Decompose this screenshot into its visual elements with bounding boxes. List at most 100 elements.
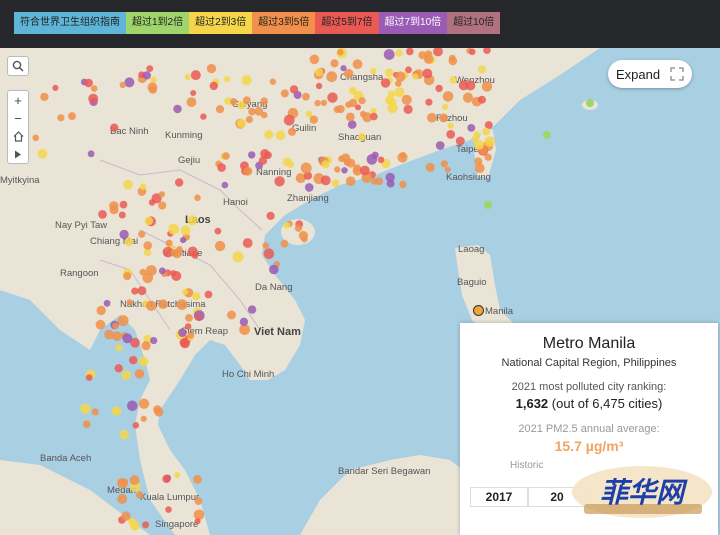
city-marker[interactable] [129, 356, 138, 365]
city-marker[interactable] [315, 67, 324, 77]
home-icon[interactable] [8, 127, 28, 145]
city-marker[interactable] [119, 229, 129, 240]
city-marker[interactable] [260, 97, 269, 105]
city-marker[interactable] [179, 338, 189, 347]
city-marker[interactable] [184, 323, 192, 330]
city-marker[interactable] [85, 374, 93, 381]
city-marker[interactable] [304, 183, 314, 192]
city-marker[interactable] [223, 76, 231, 83]
city-marker[interactable] [243, 96, 251, 105]
city-marker[interactable] [132, 422, 140, 429]
city-marker[interactable] [118, 211, 126, 219]
city-marker[interactable] [184, 74, 191, 80]
city-marker[interactable] [186, 97, 197, 107]
city-marker[interactable] [104, 329, 114, 340]
city-marker[interactable] [143, 241, 152, 250]
city-marker[interactable] [357, 132, 366, 141]
city-marker[interactable] [473, 131, 480, 138]
city-marker[interactable] [204, 290, 213, 299]
city-marker[interactable] [52, 84, 59, 91]
city-marker[interactable] [377, 156, 385, 164]
city-marker[interactable] [346, 158, 356, 168]
city-marker[interactable] [91, 408, 99, 416]
city-marker[interactable] [90, 85, 98, 92]
city-marker[interactable] [87, 150, 95, 158]
city-marker[interactable] [146, 300, 157, 311]
city-marker[interactable] [98, 210, 107, 219]
city-marker[interactable] [121, 511, 131, 521]
city-marker[interactable] [139, 183, 147, 190]
city-marker[interactable] [439, 113, 449, 123]
search-icon[interactable] [8, 57, 28, 75]
city-marker[interactable] [123, 179, 133, 190]
city-marker[interactable] [194, 497, 203, 505]
city-marker[interactable] [462, 92, 474, 103]
city-marker[interactable] [180, 237, 187, 244]
city-marker[interactable] [397, 152, 408, 163]
city-marker[interactable] [147, 82, 158, 93]
city-marker[interactable] [321, 160, 330, 169]
city-marker[interactable] [232, 251, 244, 263]
city-marker[interactable] [345, 101, 352, 108]
city-marker[interactable] [340, 65, 347, 72]
city-marker[interactable] [190, 70, 201, 81]
city-marker[interactable] [427, 112, 437, 123]
city-marker[interactable] [294, 224, 303, 232]
city-marker[interactable] [214, 240, 226, 252]
legend-5-7x[interactable]: 超过5到7倍 [315, 12, 379, 34]
city-marker[interactable] [305, 110, 313, 118]
city-marker[interactable] [180, 225, 191, 236]
city-marker[interactable] [440, 160, 448, 168]
legend-10x[interactable]: 超过10倍 [447, 12, 501, 34]
city-marker[interactable] [137, 286, 147, 296]
city-marker[interactable] [458, 80, 469, 91]
city-marker[interactable] [194, 194, 201, 202]
city-marker[interactable] [300, 162, 312, 174]
city-marker[interactable] [88, 93, 99, 104]
city-marker[interactable] [330, 59, 339, 68]
city-marker[interactable] [37, 149, 48, 159]
city-marker[interactable] [425, 162, 435, 172]
city-marker[interactable] [143, 248, 152, 257]
legend-2-3x[interactable]: 超过2到3倍 [189, 12, 253, 34]
city-marker[interactable] [195, 314, 202, 321]
selected-city-marker[interactable] [473, 305, 484, 316]
city-marker[interactable] [333, 105, 341, 114]
city-marker[interactable] [341, 167, 348, 174]
city-marker[interactable] [141, 341, 151, 351]
city-marker[interactable] [214, 227, 222, 235]
city-marker[interactable] [370, 112, 378, 121]
city-marker[interactable] [287, 127, 297, 136]
city-marker[interactable] [280, 239, 289, 248]
city-marker[interactable] [481, 81, 493, 92]
city-marker[interactable] [395, 71, 406, 82]
city-marker[interactable] [115, 344, 123, 352]
city-marker[interactable] [395, 49, 403, 57]
city-marker[interactable] [230, 98, 238, 106]
city-marker[interactable] [170, 249, 178, 257]
city-marker[interactable] [264, 130, 274, 139]
city-marker[interactable] [320, 175, 331, 186]
zoom-out-button[interactable]: − [8, 109, 28, 127]
legend-3-5x[interactable]: 超过3到5倍 [252, 12, 316, 34]
city-marker[interactable] [84, 78, 93, 88]
city-marker[interactable] [477, 65, 486, 74]
city-marker[interactable] [112, 322, 119, 330]
city-marker[interactable] [241, 75, 252, 86]
city-marker[interactable] [146, 65, 154, 72]
city-marker[interactable] [266, 211, 275, 220]
city-marker[interactable] [215, 105, 225, 114]
city-marker[interactable] [227, 310, 236, 320]
city-marker[interactable] [114, 364, 123, 373]
city-marker[interactable] [178, 328, 187, 338]
city-marker[interactable] [338, 155, 345, 162]
city-marker[interactable] [138, 230, 146, 238]
city-marker[interactable] [68, 112, 76, 121]
city-marker[interactable] [96, 305, 106, 316]
city-marker[interactable] [142, 521, 150, 529]
city-marker[interactable] [236, 118, 246, 128]
city-marker[interactable] [309, 54, 320, 65]
city-marker[interactable] [448, 56, 458, 66]
city-marker[interactable] [209, 81, 218, 91]
city-marker[interactable] [181, 288, 189, 295]
